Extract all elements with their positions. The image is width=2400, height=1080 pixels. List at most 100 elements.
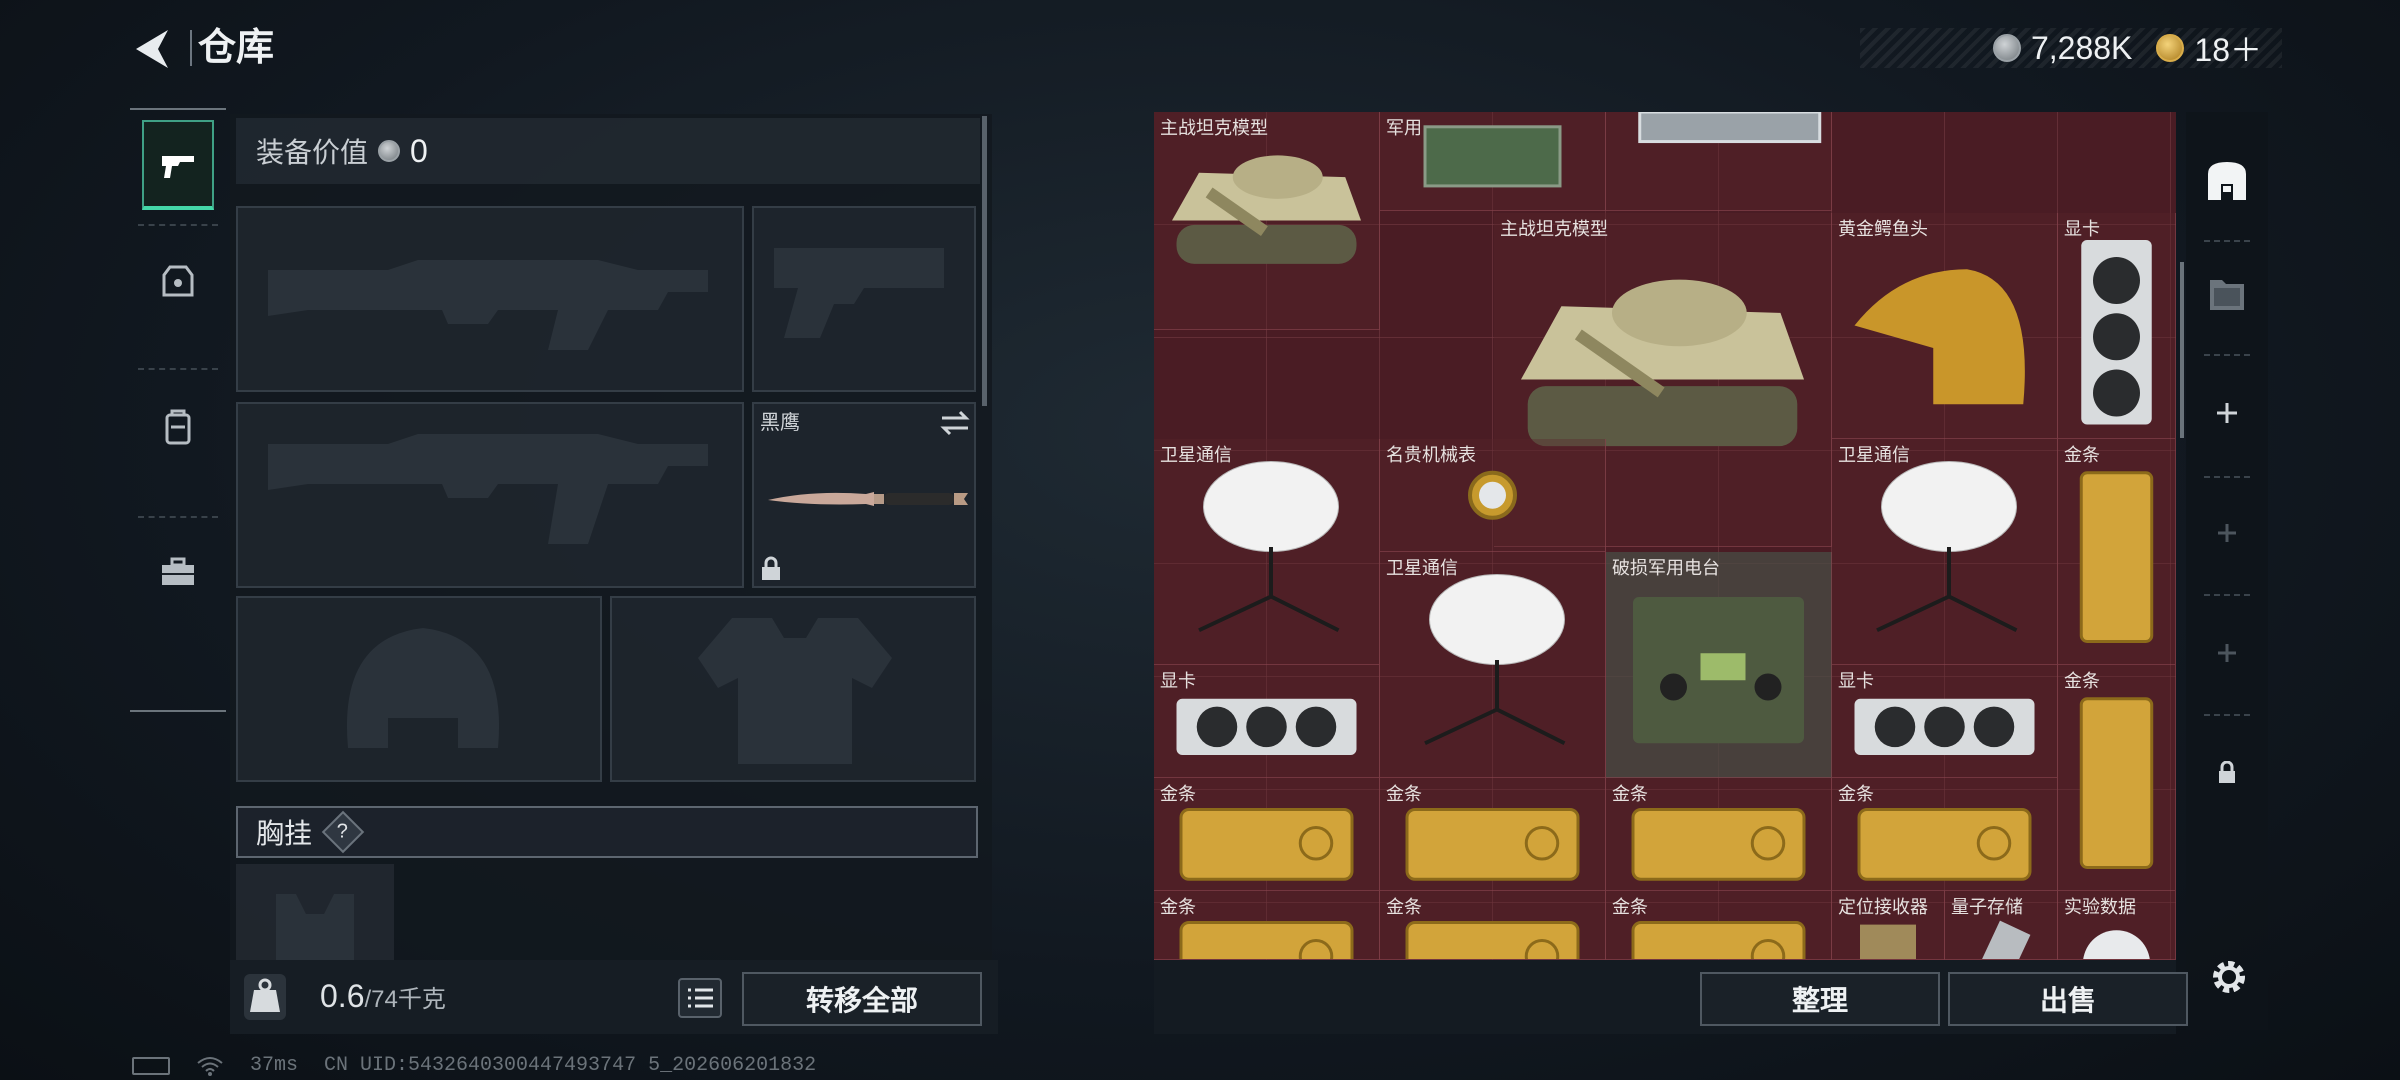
- add-stash-tab-button[interactable]: [2200, 386, 2254, 440]
- sell-button[interactable]: 出售: [1948, 972, 2188, 1026]
- gold-bar-icon: [2079, 471, 2154, 643]
- tab-armor[interactable]: [142, 236, 214, 326]
- gold-coin-value[interactable]: 18＋: [2194, 25, 2262, 71]
- locked-stash-tab[interactable]: [2200, 746, 2254, 800]
- stash-item-gpu-v[interactable]: 显卡: [2058, 213, 2176, 439]
- knife-icon: [768, 492, 968, 506]
- back-button[interactable]: [128, 24, 178, 74]
- stash-item-gpu-h[interactable]: 显卡: [1832, 665, 2058, 778]
- stash-item-gpu-h[interactable]: 显卡: [1154, 665, 1380, 778]
- add-stash-tab-button-disabled[interactable]: [2200, 626, 2254, 680]
- pistol-slot[interactable]: [752, 206, 976, 392]
- plus-icon: [2218, 524, 2236, 542]
- stash-item-name: 军用: [1386, 118, 1422, 138]
- tank-icon: [1172, 155, 1361, 264]
- stash-tab-main[interactable]: [2200, 154, 2254, 208]
- helmet-silhouette-icon: [346, 628, 500, 748]
- stash-item-name: 金条: [2064, 445, 2100, 465]
- stash-item-name: 金条: [1612, 897, 1648, 917]
- stash-item-server[interactable]: [1606, 112, 1832, 211]
- stash-item-gold-h[interactable]: 金条: [1154, 778, 1380, 891]
- gps-receiver-icon: [1860, 924, 1916, 959]
- stash-item-gold-h[interactable]: 金条: [1380, 891, 1606, 960]
- silver-coin-value: 7,288K: [2030, 29, 2133, 66]
- tab-divider: [2204, 240, 2250, 242]
- gold-v-icon: [2079, 471, 2154, 643]
- stash-item-gold-h[interactable]: 金条: [1606, 891, 1832, 960]
- chest-rig-slot[interactable]: [236, 864, 394, 960]
- settings-button[interactable]: [2204, 952, 2254, 1002]
- back-arrow-icon: [136, 30, 168, 68]
- stash-item-name: 显卡: [1160, 671, 1196, 691]
- armor-slot[interactable]: [610, 596, 976, 782]
- vest-silhouette-icon: [698, 618, 892, 764]
- stash-item-quantum[interactable]: 量子存储: [1945, 891, 2058, 960]
- primary-weapon-slot[interactable]: [236, 206, 744, 392]
- gold-bar-icon: [1857, 808, 2032, 881]
- list-view-button[interactable]: [678, 978, 722, 1018]
- stash-item-name: 定位接收器: [1838, 897, 1928, 917]
- stash-home-icon: [2208, 162, 2246, 200]
- help-icon[interactable]: ?: [321, 810, 365, 854]
- melee-slot[interactable]: 黑鹰: [752, 402, 976, 588]
- carry-weight-max: /74千克: [364, 986, 446, 1013]
- helmet-slot[interactable]: [236, 596, 602, 782]
- stash-item-receiver[interactable]: 定位接收器: [1832, 891, 1945, 960]
- stash-item-disc[interactable]: 实验数据: [2058, 891, 2176, 960]
- chest-rig-label: 胸挂: [256, 818, 313, 849]
- category-tabs: [130, 108, 226, 712]
- stash-scrollbar[interactable]: [2180, 262, 2184, 438]
- add-stash-tab-button-disabled[interactable]: [2200, 506, 2254, 560]
- battery-icon: [132, 1056, 170, 1075]
- satellite-dish-icon: [1424, 574, 1566, 746]
- gold-bar-icon: [1405, 921, 1580, 959]
- stash-item-watch[interactable]: 名贵机械表: [1380, 439, 1606, 552]
- stash-item-gold-h[interactable]: 金条: [1154, 891, 1380, 960]
- transfer-all-button[interactable]: 转移全部: [742, 972, 982, 1026]
- stash-item-name: 主战坦克模型: [1500, 219, 1608, 239]
- swap-icon[interactable]: [938, 408, 972, 438]
- stash-item-name: 名贵机械表: [1386, 445, 1476, 465]
- tab-divider: [138, 224, 218, 226]
- silver-coin-icon: [1992, 34, 2021, 62]
- server-icon: [1638, 112, 1822, 144]
- tab-divider: [2204, 594, 2250, 596]
- stash-item-croc[interactable]: 黄金鳄鱼头: [1832, 213, 2058, 439]
- luxury-watch-icon: [1468, 470, 1517, 520]
- tab-divider: [2204, 354, 2250, 356]
- tab-backpack[interactable]: [142, 382, 214, 472]
- backpack-icon: [165, 409, 191, 445]
- stash-item-chip[interactable]: 军用: [1380, 112, 1606, 211]
- stash-item-name: 显卡: [2064, 219, 2100, 239]
- stash-item-radio[interactable]: 破损军用电台: [1606, 552, 1832, 778]
- pistol-silhouette-icon: [774, 248, 944, 338]
- ping-value: 37ms: [250, 1054, 299, 1077]
- gold-bar-icon: [1405, 808, 1580, 881]
- stash-item-name: 金条: [1386, 784, 1422, 804]
- equipment-value-header: 装备价值 0: [236, 118, 980, 184]
- stash-item-name: 显卡: [1838, 671, 1874, 691]
- stash-item-gold-h[interactable]: 金条: [1606, 778, 1832, 891]
- stash-item-gold-v[interactable]: 金条: [2058, 439, 2176, 665]
- gpu-v-icon: [2081, 240, 2152, 425]
- silver-coin-icon: [378, 140, 401, 162]
- equipment-scrollbar[interactable]: [982, 116, 987, 406]
- carry-weight: 0.6/74千克: [320, 978, 446, 1015]
- tab-toolbox[interactable]: [142, 528, 214, 618]
- stash-item-dish[interactable]: 卫星通信: [1832, 439, 2058, 665]
- tab-divider: [2204, 714, 2250, 716]
- sort-button[interactable]: 整理: [1700, 972, 1940, 1026]
- stash-item-dish[interactable]: 卫星通信: [1380, 552, 1606, 778]
- stash-item-tank[interactable]: 主战坦克模型: [1154, 112, 1380, 330]
- stash-item-gold-h[interactable]: 金条: [1832, 778, 2058, 891]
- stash-tab-folder[interactable]: [2200, 266, 2254, 320]
- tab-weapons[interactable]: [142, 120, 214, 210]
- wifi-icon: [197, 1056, 223, 1076]
- stash-item-gold-v[interactable]: 金条: [2058, 665, 2176, 891]
- satellite-dish-icon: [1876, 461, 2018, 633]
- knife-name: 黑鹰: [760, 412, 800, 434]
- graphics-card-icon: [1176, 698, 1357, 755]
- stash-item-dish[interactable]: 卫星通信: [1154, 439, 1380, 665]
- secondary-weapon-slot[interactable]: [236, 402, 744, 588]
- stash-item-gold-h[interactable]: 金条: [1380, 778, 1606, 891]
